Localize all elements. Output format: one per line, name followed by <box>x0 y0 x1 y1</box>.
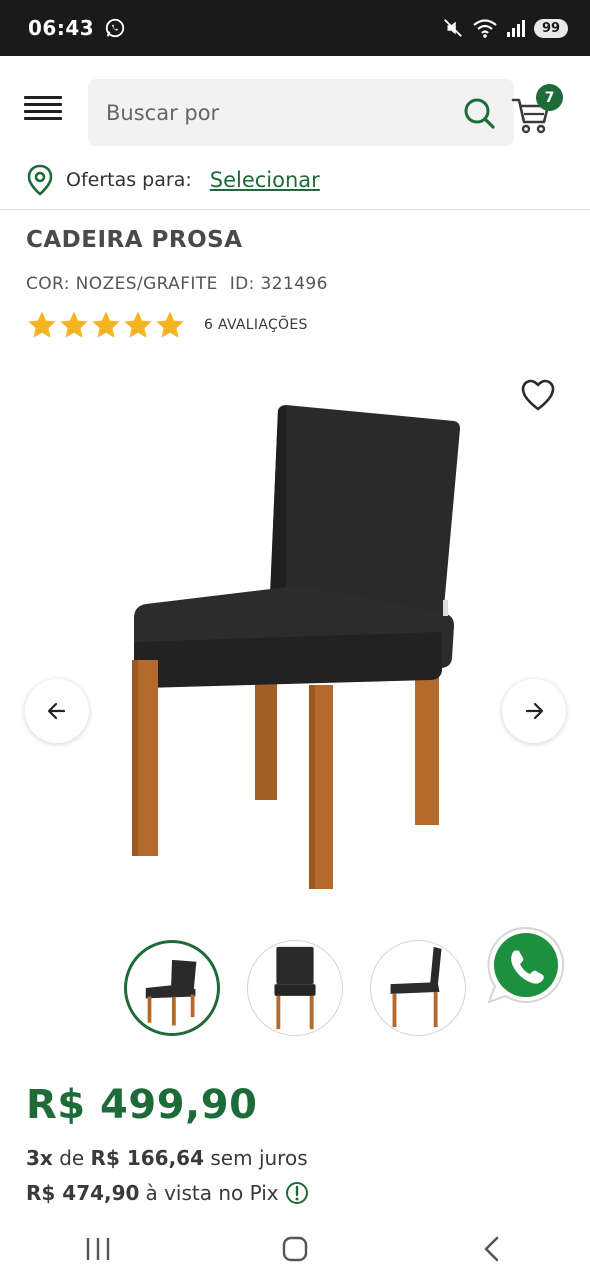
installment-value: R$ 166,64 <box>90 1146 205 1170</box>
back-icon[interactable] <box>462 1229 522 1269</box>
product-rating[interactable]: 6 AVALIAÇÕES <box>26 309 308 341</box>
pix-price-info: R$ 474,90 à vista no Pix <box>26 1181 309 1205</box>
signal-icon <box>507 20 525 37</box>
search-bar[interactable] <box>88 79 514 146</box>
header: 7 <box>0 56 590 156</box>
system-nav-bar <box>0 1218 590 1280</box>
star-icon <box>124 311 152 338</box>
product-id: ID: 321496 <box>229 274 328 294</box>
hamburger-icon[interactable] <box>24 96 62 126</box>
installments-info: 3x de R$ 166,64 sem juros <box>26 1146 308 1170</box>
star-icon <box>60 311 88 338</box>
header-divider <box>0 209 590 210</box>
arrow-left-icon[interactable] <box>25 679 89 743</box>
star-icon <box>156 311 184 338</box>
mute-icon <box>444 19 462 37</box>
location-selector: Ofertas para: Selecionar <box>26 160 320 200</box>
info-icon[interactable] <box>285 1181 309 1205</box>
cart-count-badge: 7 <box>536 84 563 111</box>
battery-indicator: 99 <box>534 18 568 38</box>
search-icon[interactable] <box>462 96 496 130</box>
whatsapp-notification-icon <box>106 18 125 38</box>
location-pin-icon <box>27 164 53 196</box>
installment-suffix: sem juros <box>210 1146 308 1170</box>
thumbnail-2[interactable] <box>247 940 343 1036</box>
product-image[interactable] <box>120 400 470 895</box>
thumbnail-3[interactable] <box>370 940 466 1036</box>
installment-count: 3x <box>26 1146 53 1170</box>
select-location-link[interactable]: Selecionar <box>210 168 320 192</box>
whatsapp-icon[interactable] <box>484 924 568 1008</box>
thumbnail-1[interactable] <box>124 940 220 1036</box>
rating-count[interactable]: 6 AVALIAÇÕES <box>204 317 308 333</box>
recent-apps-icon[interactable] <box>68 1229 128 1269</box>
star-icon <box>92 311 120 338</box>
product-price: R$ 499,90 <box>26 1082 258 1128</box>
wifi-icon <box>473 19 497 38</box>
arrow-right-icon[interactable] <box>502 679 566 743</box>
product-color: COR: NOZES/GRAFITE <box>26 274 218 294</box>
search-input[interactable] <box>106 100 462 125</box>
product-meta: COR: NOZES/GRAFITE ID: 321496 <box>26 274 328 294</box>
status-time: 06:43 <box>28 16 95 40</box>
star-icon <box>28 311 56 338</box>
heart-icon[interactable] <box>520 378 556 412</box>
pix-suffix: à vista no Pix <box>145 1181 279 1205</box>
status-bar: 06:43 99 <box>0 0 590 56</box>
home-icon[interactable] <box>265 1229 325 1269</box>
pix-price: R$ 474,90 <box>26 1181 140 1205</box>
product-title: CADEIRA PROSA <box>26 227 243 253</box>
installment-de: de <box>59 1146 85 1170</box>
location-label: Ofertas para: <box>66 169 192 191</box>
